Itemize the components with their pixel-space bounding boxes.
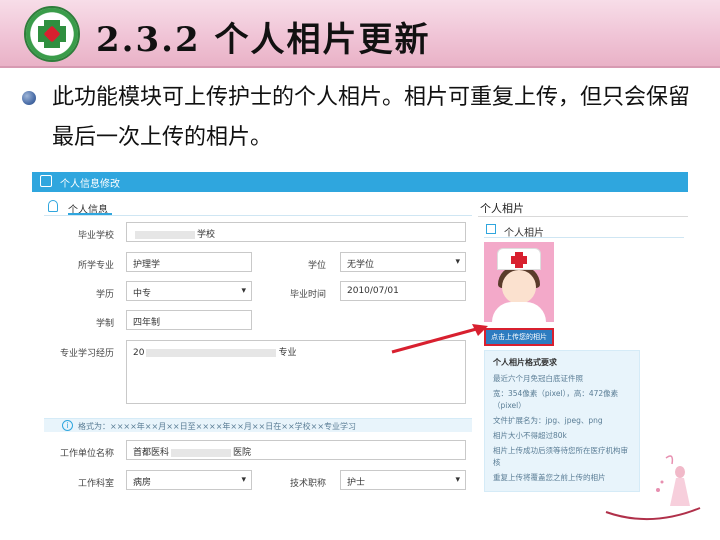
work-unit-label: 工作单位名称 xyxy=(59,449,114,459)
pointer-arrow-icon xyxy=(391,324,488,354)
system-label: 学制 xyxy=(95,319,114,329)
list-item: 最近六个月免冠白底证件照 xyxy=(493,374,583,383)
history-format-hint: i 格式为：××××年××月××日至××××年××月××日在××学校××专业学习 xyxy=(44,418,472,432)
info-icon: i xyxy=(62,420,73,431)
history-label: 专业学习经历 xyxy=(59,349,114,359)
grad-time-label: 毕业时间 xyxy=(289,290,326,300)
nurse-avatar xyxy=(484,242,554,322)
list-item: 宽：354像素（pixel），高：472像素（pixel） xyxy=(493,389,619,410)
slide-title-bar: 2.3.2 个人相片更新 xyxy=(0,0,720,68)
school-input[interactable]: 学校 xyxy=(126,222,466,242)
major-input[interactable]: 护理学 xyxy=(126,252,252,272)
personal-info-header: 个人信息 xyxy=(44,198,472,216)
degree-label: 学位 xyxy=(307,261,326,271)
image-icon xyxy=(486,224,496,234)
school-label: 毕业学校 xyxy=(77,231,114,241)
slide-title: 2.3.2 个人相片更新 xyxy=(96,20,431,60)
title-select[interactable]: 护士 xyxy=(340,470,466,490)
title-label: 技术职称 xyxy=(289,479,326,489)
education-label: 学历 xyxy=(95,290,114,300)
user-icon xyxy=(48,200,58,212)
nurse-cap-icon xyxy=(497,248,541,270)
profile-edit-panel: 个人信息修改 个人信息 毕业学校 学校 所学专业 护理学 学位 无学位 学历 中… xyxy=(32,172,690,502)
work-unit-input[interactable]: 首都医科 医院 xyxy=(126,440,466,460)
photo-subheader-title: 个人相片 xyxy=(504,228,544,239)
list-item: 相片大小不得超过80k xyxy=(493,431,567,440)
bullet-icon xyxy=(22,91,36,105)
panel-header-title: 个人信息修改 xyxy=(60,179,120,190)
list-item: 文件扩展名为：jpg、jpeg、png xyxy=(493,416,603,425)
degree-select[interactable]: 无学位 xyxy=(340,252,466,272)
photo-section-title: 个人相片 xyxy=(480,202,524,215)
major-label: 所学专业 xyxy=(77,261,114,271)
panel-header: 个人信息修改 xyxy=(32,172,688,192)
department-label: 工作科室 xyxy=(77,479,114,489)
nursing-logo-icon xyxy=(24,6,80,62)
department-select[interactable]: 病房 xyxy=(126,470,252,490)
decorative-figure-icon xyxy=(605,455,701,521)
edit-icon xyxy=(40,175,52,187)
education-select[interactable]: 中专 xyxy=(126,281,252,301)
photo-requirements-title: 个人相片格式要求 xyxy=(493,358,557,367)
system-input[interactable]: 四年制 xyxy=(126,310,252,330)
photo-subheader: 个人相片 xyxy=(484,222,684,239)
history-format-text: 格式为：××××年××月××日至××××年××月××日在××学校××专业学习 xyxy=(78,422,357,431)
grad-time-input[interactable]: 2010/07/01 xyxy=(340,281,466,301)
slide-bullet-text: 此功能模块可上传护士的个人相片。相片可重复上传，但只会保留最后一次上传的相片。 xyxy=(52,85,691,150)
